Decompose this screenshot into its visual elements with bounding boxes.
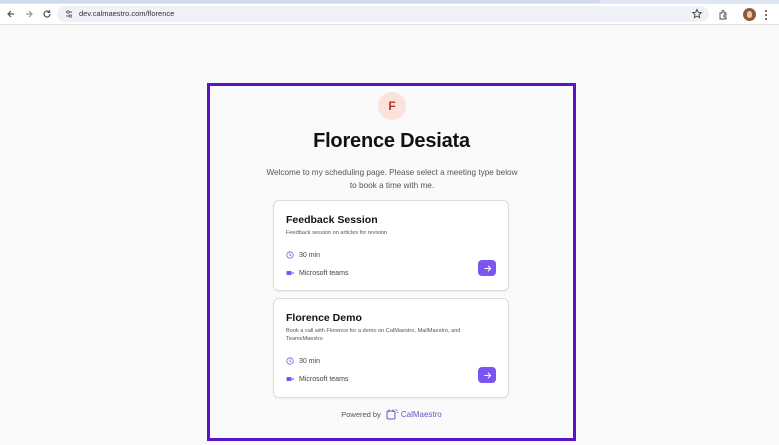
welcome-text: Welcome to my scheduling page. Please se… — [266, 168, 518, 190]
browser-toolbar: dev.calmaestro.com/florence — [0, 4, 779, 25]
page-title: Florence Desiata — [313, 130, 470, 152]
location-text: Microsoft teams — [299, 375, 349, 383]
reload-button[interactable] — [40, 7, 54, 21]
open-meeting-button[interactable] — [478, 260, 496, 276]
meeting-duration: 30 min — [286, 357, 320, 365]
address-bar[interactable]: dev.calmaestro.com/florence — [57, 6, 709, 22]
powered-by-label: Powered by — [341, 409, 381, 419]
meeting-title: Florence Demo — [286, 312, 362, 324]
meeting-description: Feedback session on articles for revisio… — [286, 230, 388, 236]
powered-by-footer: Powered by CalMaestro — [210, 408, 573, 420]
clock-icon — [286, 357, 294, 365]
meeting-card-feedback-session[interactable]: Feedback Session Feedback session on art… — [273, 200, 509, 291]
meeting-location: Microsoft teams — [286, 375, 348, 383]
meeting-title: Feedback Session — [286, 214, 378, 226]
back-button[interactable] — [4, 7, 18, 21]
forward-arrow-icon — [26, 10, 33, 18]
duration-text: 30 min — [299, 357, 321, 365]
open-meeting-button[interactable] — [478, 367, 496, 383]
forward-button[interactable] — [22, 7, 36, 21]
host-initial: F — [388, 99, 396, 113]
location-text: Microsoft teams — [299, 269, 349, 277]
url-text: dev.calmaestro.com/florence — [79, 9, 175, 18]
video-camera-icon — [286, 269, 294, 277]
clock-icon — [286, 251, 294, 259]
kebab-menu-icon[interactable] — [763, 9, 769, 21]
meeting-duration: 30 min — [286, 251, 320, 259]
extensions-icon[interactable] — [717, 9, 729, 21]
active-tab[interactable] — [0, 0, 600, 3]
arrow-right-icon — [483, 264, 491, 272]
brand-name: CalMaestro — [400, 409, 442, 419]
reload-icon — [43, 10, 51, 18]
meeting-description: Book a call with Florence for a demo on … — [286, 328, 461, 342]
profile-avatar[interactable] — [743, 8, 756, 21]
duration-text: 30 min — [299, 251, 321, 259]
meeting-card-florence-demo[interactable]: Florence Demo Book a call with Florence … — [273, 298, 509, 398]
meeting-location: Microsoft teams — [286, 269, 348, 277]
bookmark-star-icon[interactable] — [691, 8, 703, 20]
scheduling-page: F Florence Desiata Welcome to my schedul… — [207, 83, 576, 441]
calmaestro-logo[interactable]: CalMaestro — [386, 408, 442, 420]
calmaestro-logo-icon — [386, 408, 399, 420]
host-avatar: F — [378, 92, 406, 120]
site-settings-icon[interactable] — [64, 9, 74, 19]
back-arrow-icon — [7, 10, 14, 18]
video-camera-icon — [286, 375, 294, 383]
arrow-right-icon — [483, 371, 491, 379]
